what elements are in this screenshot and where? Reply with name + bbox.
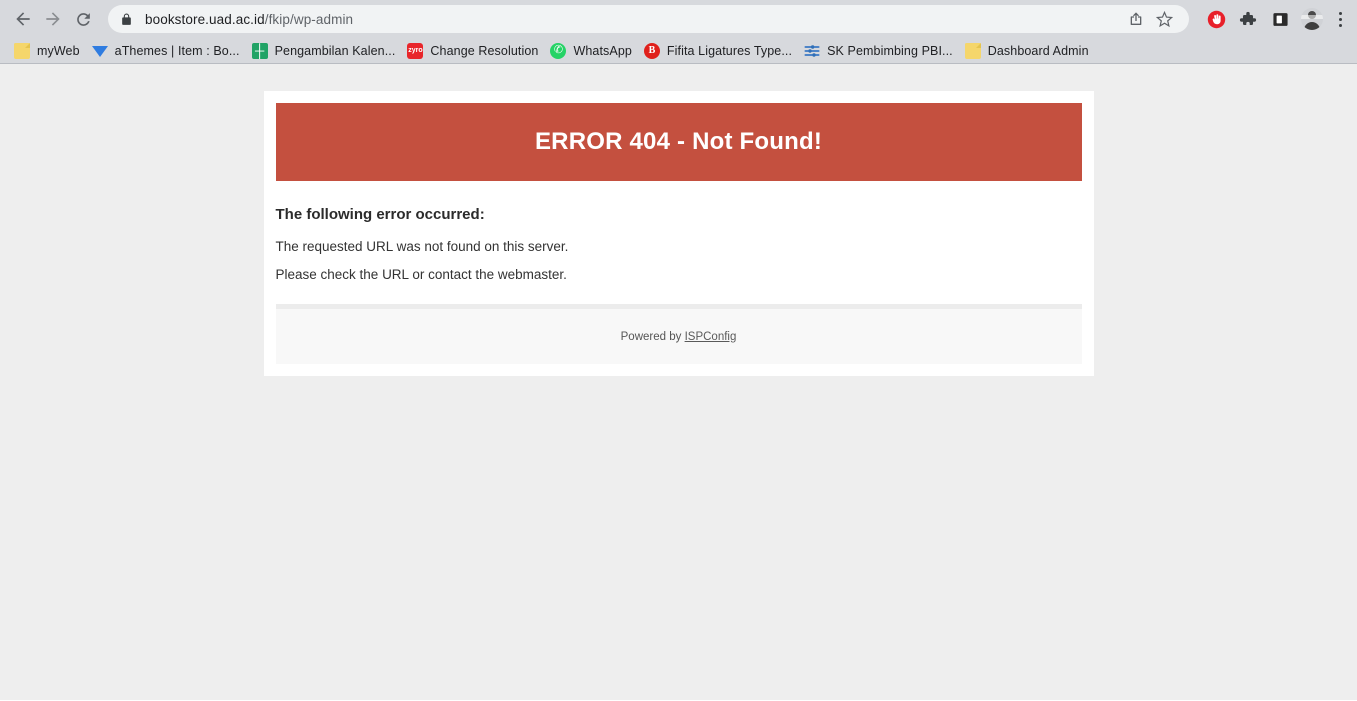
omnibox-actions (1115, 6, 1177, 32)
puzzle-icon[interactable] (1235, 6, 1261, 32)
sidebar-toggle-icon[interactable] (1267, 6, 1293, 32)
share-icon[interactable] (1123, 6, 1149, 32)
bookmark-label: Dashboard Admin (987, 43, 1089, 58)
arrow-left-icon (16, 12, 30, 26)
powered-by-text: Powered by ISPConfig (621, 331, 737, 343)
star-icon[interactable] (1151, 6, 1177, 32)
kebab-menu-icon[interactable] (1331, 8, 1349, 30)
browser-chrome: bookstore.uad.ac.id/fkip/wp-admin myWeb … (0, 0, 1357, 64)
behance-icon: B (643, 42, 660, 59)
bookmark-whatsapp[interactable]: ✆ WhatsApp (546, 41, 639, 61)
error-heading: The following error occurred: (275, 206, 485, 223)
url-host: bookstore.uad.ac.id (145, 11, 265, 27)
reload-icon (76, 12, 90, 26)
bookmark-label: Fifita Ligatures Type... (666, 43, 793, 58)
zyro-icon: zyro (407, 42, 424, 59)
browser-toolbar: bookstore.uad.ac.id/fkip/wp-admin (0, 0, 1357, 38)
sheets-glyph: ┼ (254, 43, 265, 58)
whatsapp-glyph: ✆ (553, 44, 564, 56)
folder-icon (964, 42, 981, 59)
page-viewport: ERROR 404 - Not Found! The following err… (0, 64, 1357, 700)
bookmark-change-resolution[interactable]: zyro Change Resolution (403, 41, 546, 61)
bookmark-dashboard-admin[interactable]: Dashboard Admin (961, 41, 1097, 61)
folder-icon (14, 42, 30, 59)
zyro-glyph: zyro (408, 47, 423, 54)
powered-by-prefix: Powered by (620, 330, 685, 343)
url-path: /fkip/wp-admin (264, 11, 354, 27)
avatar[interactable] (1299, 6, 1325, 32)
sliders-icon (804, 43, 820, 59)
error-body: The following error occurred: The reques… (276, 181, 1082, 282)
athemes-icon (91, 43, 108, 59)
bookmark-label: WhatsApp (573, 43, 632, 58)
error-footer: Powered by ISPConfig (275, 304, 1082, 364)
error-line-1: The requested URL was not found on this … (275, 239, 569, 254)
reload-button[interactable] (68, 4, 98, 34)
arrow-right-icon (46, 12, 60, 26)
bookmark-athemes[interactable]: aThemes | Item : Bo... (88, 41, 248, 61)
ispconfig-link[interactable]: ISPConfig (685, 331, 737, 343)
bookmark-pengambilan-kalender[interactable]: ┼ Pengambilan Kalen... (248, 41, 404, 61)
toolbar-extensions (1203, 6, 1349, 32)
bookmark-label: Pengambilan Kalen... (274, 43, 396, 58)
bookmark-label: Change Resolution (430, 43, 539, 58)
address-bar-text: bookstore.uad.ac.id/fkip/wp-admin (145, 12, 353, 27)
whatsapp-icon: ✆ (550, 42, 567, 59)
bookmark-label: aThemes | Item : Bo... (114, 43, 240, 58)
address-bar[interactable]: bookstore.uad.ac.id/fkip/wp-admin (108, 5, 1189, 33)
page-title: ERROR 404 - Not Found! (534, 128, 823, 155)
bookmark-label: SK Pembimbing PBI... (827, 43, 953, 58)
forward-button[interactable] (38, 4, 68, 34)
bookmarks-bar: myWeb aThemes | Item : Bo... ┼ Pengambil… (0, 38, 1357, 64)
lock-icon (120, 12, 133, 27)
behance-glyph: B (648, 44, 656, 56)
error-line-2: Please check the URL or contact the webm… (275, 267, 567, 282)
error-banner: ERROR 404 - Not Found! (275, 103, 1082, 181)
bookmark-label: myWeb (37, 43, 80, 58)
adblock-icon[interactable] (1203, 6, 1229, 32)
bookmark-myweb[interactable]: myWeb (10, 41, 88, 61)
bookmark-sk-pembimbing[interactable]: SK Pembimbing PBI... (800, 41, 961, 61)
back-button[interactable] (8, 4, 38, 34)
error-card: ERROR 404 - Not Found! The following err… (263, 91, 1094, 376)
google-sheets-icon: ┼ (251, 42, 268, 59)
bookmark-fifita-ligatures[interactable]: B Fifita Ligatures Type... (640, 41, 800, 61)
